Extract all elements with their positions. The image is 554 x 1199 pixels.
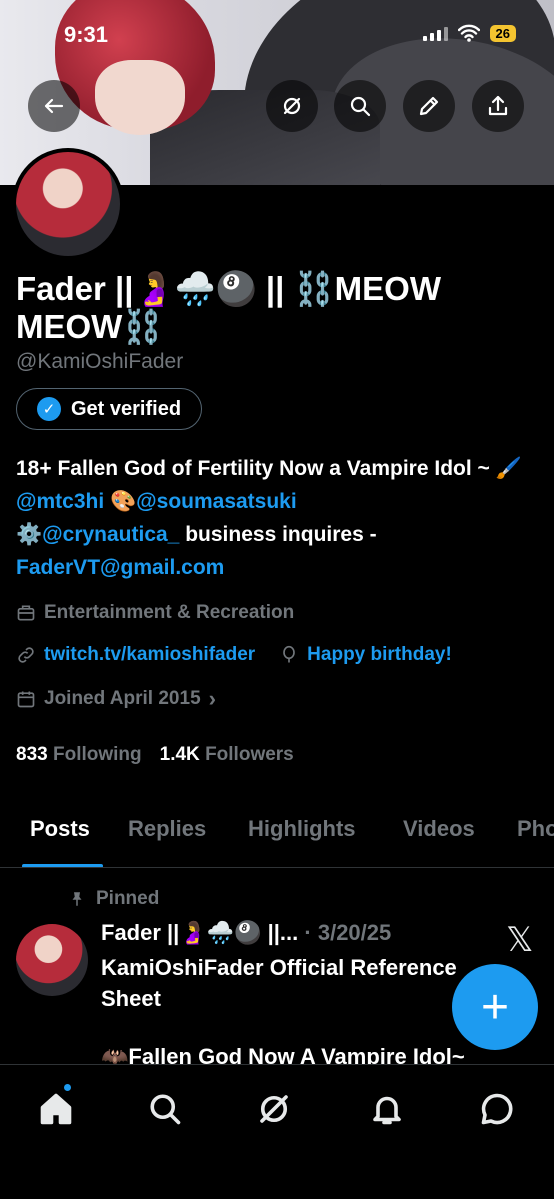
post-date: · 3/20/25 xyxy=(304,920,392,945)
tab-posts[interactable]: Posts xyxy=(30,816,90,842)
bio-text: ⚙️ xyxy=(16,523,43,546)
get-verified-button[interactable]: ✓ Get verified xyxy=(16,388,203,430)
pin-icon xyxy=(72,892,82,906)
edit-button[interactable] xyxy=(403,80,455,132)
share-button[interactable] xyxy=(472,80,524,132)
follow-stats: 833 Following 1.4K Followers xyxy=(16,744,546,766)
bell-icon xyxy=(373,1096,401,1125)
profile-info: Fader ||🤰🌧️🎱 || ⛓️MEOW MEOW⛓️ @KamiOshiF… xyxy=(16,270,546,766)
followers-label: Followers xyxy=(205,744,294,765)
chevron-right-icon: › xyxy=(208,686,216,711)
tab-replies[interactable]: Replies xyxy=(128,816,206,842)
mention-link[interactable]: @soumasatsuki xyxy=(136,490,297,513)
nav-notifications[interactable] xyxy=(367,1089,407,1129)
category-row: Entertainment & Recreation xyxy=(16,602,546,624)
pinned-indicator: Pinned xyxy=(68,888,159,910)
search-icon xyxy=(350,96,371,117)
grok-button[interactable] xyxy=(266,80,318,132)
nav-messages[interactable] xyxy=(477,1089,517,1129)
nav-home[interactable] xyxy=(36,1089,76,1129)
joined-date: Joined April 2015 xyxy=(44,688,201,709)
followers-link[interactable]: 1.4K Followers xyxy=(160,744,294,766)
search-button[interactable] xyxy=(334,80,386,132)
followers-count: 1.4K xyxy=(159,744,200,765)
tab-highlights[interactable]: Highlights xyxy=(248,816,356,842)
status-time: 9:31 xyxy=(64,22,109,47)
nav-grok[interactable] xyxy=(254,1089,294,1129)
back-button[interactable] xyxy=(28,80,80,132)
link-icon xyxy=(18,647,34,663)
mention-link[interactable]: @crynautica_ xyxy=(42,523,179,546)
back-arrow-icon xyxy=(44,98,64,114)
bio-text: 18+ Fallen God of Fertility Now a Vampir… xyxy=(16,457,522,480)
search-icon xyxy=(150,1094,181,1125)
profile-bio: 18+ Fallen God of Fertility Now a Vampir… xyxy=(16,452,536,584)
pencil-icon xyxy=(419,96,439,116)
email-link[interactable]: FaderVT@gmail.com xyxy=(16,556,224,579)
grok-icon xyxy=(260,1095,288,1123)
notification-dot xyxy=(62,1082,73,1093)
following-count: 833 xyxy=(16,744,48,765)
get-verified-label: Get verified xyxy=(71,397,182,420)
profile-avatar[interactable] xyxy=(12,148,124,260)
bio-text: 🎨 xyxy=(104,490,137,513)
bottom-navigation xyxy=(0,1064,554,1199)
following-link[interactable]: 833 Following xyxy=(16,744,142,766)
category-label: Entertainment & Recreation xyxy=(44,602,295,623)
post-header: Fader ||🤰🌧️🎱 ||... · 3/20/25 xyxy=(101,920,391,946)
plus-icon: + xyxy=(480,980,510,1034)
nav-search[interactable] xyxy=(145,1089,185,1129)
verified-badge-icon: ✓ xyxy=(37,397,61,421)
wifi-icon xyxy=(457,24,480,42)
display-name: Fader ||🤰🌧️🎱 || ⛓️MEOW MEOW⛓️ xyxy=(16,270,546,346)
grok-icon xyxy=(283,97,301,115)
calendar-icon xyxy=(17,691,35,708)
status-bar: 9:31 26 xyxy=(0,0,554,70)
briefcase-icon xyxy=(17,605,35,621)
cellular-signal-icon xyxy=(422,25,448,41)
mention-link[interactable]: @mtc3hi xyxy=(16,490,104,513)
birthday-link[interactable]: Happy birthday! xyxy=(307,644,452,666)
home-icon xyxy=(40,1093,72,1125)
post-author-avatar[interactable] xyxy=(16,924,88,996)
links-row: twitch.tv/kamioshifader Happy birthday! xyxy=(16,644,546,666)
tab-videos[interactable]: Videos xyxy=(403,816,475,842)
following-label: Following xyxy=(52,744,142,765)
compose-button[interactable]: + xyxy=(452,964,538,1050)
profile-tabs: Posts Replies Highlights Videos Pho xyxy=(0,806,554,868)
profile-handle: @KamiOshiFader xyxy=(16,350,184,373)
active-tab-indicator xyxy=(22,864,103,867)
display-name-line-2: MEOW⛓️ xyxy=(16,308,164,345)
balloon-icon xyxy=(283,645,296,663)
website-link[interactable]: twitch.tv/kamioshifader xyxy=(44,644,255,666)
share-icon xyxy=(488,95,508,116)
post-author-name[interactable]: Fader ||🤰🌧️🎱 ||... xyxy=(101,920,298,945)
pinned-label: Pinned xyxy=(96,888,160,909)
battery-indicator: 26 xyxy=(489,24,516,42)
joined-row[interactable]: Joined April 2015 › xyxy=(16,686,546,712)
tab-photos[interactable]: Pho xyxy=(517,816,554,842)
chat-bubble-icon xyxy=(481,1093,513,1125)
display-name-line-1: Fader ||🤰🌧️🎱 || ⛓️MEOW xyxy=(16,270,441,307)
bio-text: business inquires - xyxy=(179,523,377,546)
